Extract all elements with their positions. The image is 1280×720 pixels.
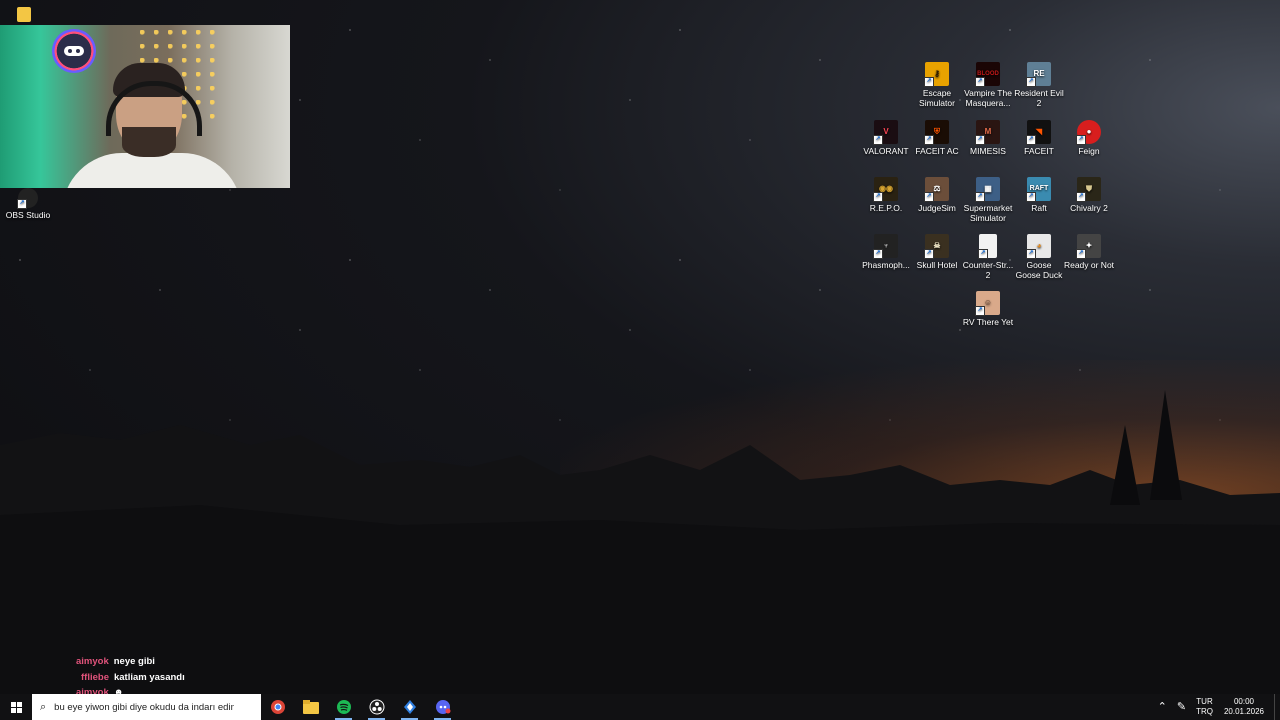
webcam-overlay bbox=[0, 25, 290, 188]
desktop-icon-label: Raft bbox=[1031, 203, 1047, 213]
feign-icon: ● ↗ bbox=[1076, 120, 1101, 145]
taskbar: ⌕ ⌃ ✎ TUR TRQ 00:00 20.01.2026 bbox=[0, 694, 1280, 720]
chat-username: aimyok bbox=[76, 656, 109, 667]
windows-logo-icon bbox=[10, 701, 22, 713]
desktop-icon[interactable]: ☠ ↗ Skull Hotel bbox=[911, 234, 963, 270]
valorant-icon: V ↗ bbox=[873, 120, 898, 145]
streamer-shirt bbox=[62, 153, 242, 188]
desktop-icon-label: JudgeSim bbox=[918, 203, 956, 213]
desktop-icon[interactable]: ▦ ↗ Supermarket Simulator bbox=[962, 177, 1014, 223]
ready-or-not-icon: ✦ ↗ bbox=[1076, 234, 1101, 259]
desktop-icon-label: FACEIT bbox=[1024, 146, 1054, 156]
desktop-icon[interactable]: M ↗ MIMESIS bbox=[962, 120, 1014, 156]
stream-logo-icon bbox=[52, 29, 96, 73]
taskbar-app-obs[interactable] bbox=[360, 694, 393, 720]
desktop-icon-label: Counter-Str... 2 bbox=[962, 260, 1014, 280]
mimesis-icon: M ↗ bbox=[975, 120, 1000, 145]
desktop-icon-label: Resident Evil 2 bbox=[1014, 88, 1064, 108]
repo-icon: ◉◉ ↗ bbox=[873, 177, 898, 202]
clock[interactable]: 00:00 20.01.2026 bbox=[1218, 697, 1270, 717]
search-input[interactable] bbox=[52, 700, 237, 714]
bloodhunt-icon: BLOOD ↗ bbox=[975, 62, 1000, 87]
desktop-icon[interactable]: ↗ Counter-Str... 2 bbox=[962, 234, 1014, 280]
goose-icon: ◕ ↗ bbox=[1026, 234, 1051, 259]
chat-username: ffliebe bbox=[81, 671, 109, 683]
taskbar-app-spotify[interactable] bbox=[327, 694, 360, 720]
desktop-icon[interactable]: ✦ ↗ Ready or Not bbox=[1063, 234, 1115, 270]
chivalry-icon: ⛊ ↗ bbox=[1076, 177, 1101, 202]
desktop-icon[interactable]: RE ↗ Resident Evil 2 bbox=[1013, 62, 1065, 108]
taskbar-app-chrome[interactable] bbox=[261, 694, 294, 720]
desktop-icon-label: Escape Simulator bbox=[919, 88, 955, 108]
start-button[interactable] bbox=[0, 694, 32, 720]
taskbar-app-file-explorer[interactable] bbox=[294, 694, 327, 720]
clock-time: 00:00 bbox=[1233, 697, 1254, 706]
desktop-icon-label: Supermarket Simulator bbox=[963, 203, 1013, 223]
chat-message: aimyok neye gibi bbox=[76, 654, 185, 670]
obs-icon: ↗ bbox=[17, 188, 38, 209]
desktop-icon-label: R.E.P.O. bbox=[869, 203, 903, 213]
clock-date: 20.01.2026 bbox=[1223, 707, 1264, 716]
chat-message: ffliebe katliam yasandı bbox=[76, 670, 185, 686]
desktop-icon-label: Chivalry 2 bbox=[1070, 203, 1108, 213]
show-desktop-button[interactable] bbox=[1274, 694, 1280, 720]
language-indicator[interactable]: TUR TRQ bbox=[1191, 697, 1218, 717]
desktop-icon-label: VALORANT bbox=[863, 146, 909, 156]
resident-evil-icon: RE ↗ bbox=[1026, 62, 1051, 87]
skull-hotel-icon: ☠ ↗ bbox=[924, 234, 949, 259]
desktop-icon-label: MIMESIS bbox=[970, 146, 1006, 156]
desktop-icon-label: OBS Studio bbox=[5, 210, 51, 220]
desktop-icon[interactable]: ● ↗ Feign bbox=[1063, 120, 1115, 156]
desktop-icon-label: Phasmoph... bbox=[862, 260, 910, 270]
language-code: TUR bbox=[1196, 697, 1213, 706]
supermarket-icon: ▦ ↗ bbox=[975, 177, 1000, 202]
taskbar-app-discord[interactable] bbox=[426, 694, 459, 720]
desktop-icon-label: Feign bbox=[1078, 146, 1100, 156]
chat-text: katliam yasandı bbox=[113, 671, 185, 683]
desktop-icon-label: Ready or Not bbox=[1063, 260, 1115, 270]
desktop-icon-label: Goose Goose Duck bbox=[1015, 260, 1063, 280]
faceit-icon: ◥ ↗ bbox=[1026, 120, 1051, 145]
desktop-icon[interactable]: ⛊ ↗ Chivalry 2 bbox=[1063, 177, 1115, 213]
document-icon: ↗ bbox=[978, 234, 997, 259]
raft-icon: RAFT ↗ bbox=[1026, 177, 1051, 202]
pen-icon[interactable]: ✎ bbox=[1172, 702, 1191, 713]
spotify-icon bbox=[336, 700, 351, 714]
chrome-icon bbox=[270, 700, 285, 714]
system-tray: ⌃ ✎ TUR TRQ 00:00 20.01.2026 bbox=[1153, 694, 1280, 720]
keyboard-layout: TRQ bbox=[1196, 707, 1213, 716]
keyhole-icon: ⚷ ↗ bbox=[924, 62, 949, 87]
desktop-icon-label: RV There Yet bbox=[962, 317, 1014, 327]
faceit-ac-icon: ⛨ ↗ bbox=[924, 120, 949, 145]
desktop-icon[interactable]: ⛨ ↗ FACEIT AC bbox=[911, 120, 963, 156]
discord-icon bbox=[435, 700, 450, 714]
phasmophobia-icon: ♆ ↗ bbox=[873, 234, 898, 259]
desktop-icon-obs[interactable]: ↗ OBS Studio bbox=[2, 188, 54, 220]
search-icon: ⌕ bbox=[40, 700, 47, 713]
desktop-icon[interactable]: RAFT ↗ Raft bbox=[1013, 177, 1065, 213]
sourcetree-icon bbox=[403, 700, 416, 714]
desktop-icon[interactable]: ◉◉ ↗ R.E.P.O. bbox=[860, 177, 912, 213]
judgesim-icon: ⚖ ↗ bbox=[924, 177, 949, 202]
obs-icon bbox=[369, 699, 384, 715]
desktop-icon-label: Skull Hotel bbox=[916, 260, 958, 270]
desktop-icon[interactable]: ⚖ ↗ JudgeSim bbox=[911, 177, 963, 213]
chat-text: neye gibi bbox=[113, 656, 155, 667]
folder-icon[interactable] bbox=[17, 7, 31, 22]
desktop-icon[interactable]: ♆ ↗ Phasmoph... bbox=[860, 234, 912, 270]
desktop-icon-label: FACEIT AC bbox=[915, 146, 959, 156]
desktop-icon-label: Vampire The Masquera... bbox=[964, 88, 1012, 108]
desktop-icon[interactable]: BLOOD ↗ Vampire The Masquera... bbox=[962, 62, 1014, 108]
desktop-icon[interactable]: ◥ ↗ FACEIT bbox=[1013, 120, 1065, 156]
taskbar-app-sourcetree[interactable] bbox=[393, 694, 426, 720]
mountain-silhouette bbox=[0, 390, 1280, 720]
desktop-icon[interactable]: ◕ ↗ Goose Goose Duck bbox=[1013, 234, 1065, 280]
desktop-icon[interactable]: V ↗ VALORANT bbox=[860, 120, 912, 156]
rv-icon: ☺ ↗ bbox=[975, 291, 1000, 316]
taskbar-search[interactable]: ⌕ bbox=[32, 694, 261, 720]
chevron-up-icon[interactable]: ⌃ bbox=[1153, 702, 1172, 713]
desktop-icon[interactable]: ⚷ ↗ Escape Simulator bbox=[911, 62, 963, 108]
file-explorer-icon bbox=[302, 700, 319, 714]
desktop-icon[interactable]: ☺ ↗ RV There Yet bbox=[962, 291, 1014, 327]
